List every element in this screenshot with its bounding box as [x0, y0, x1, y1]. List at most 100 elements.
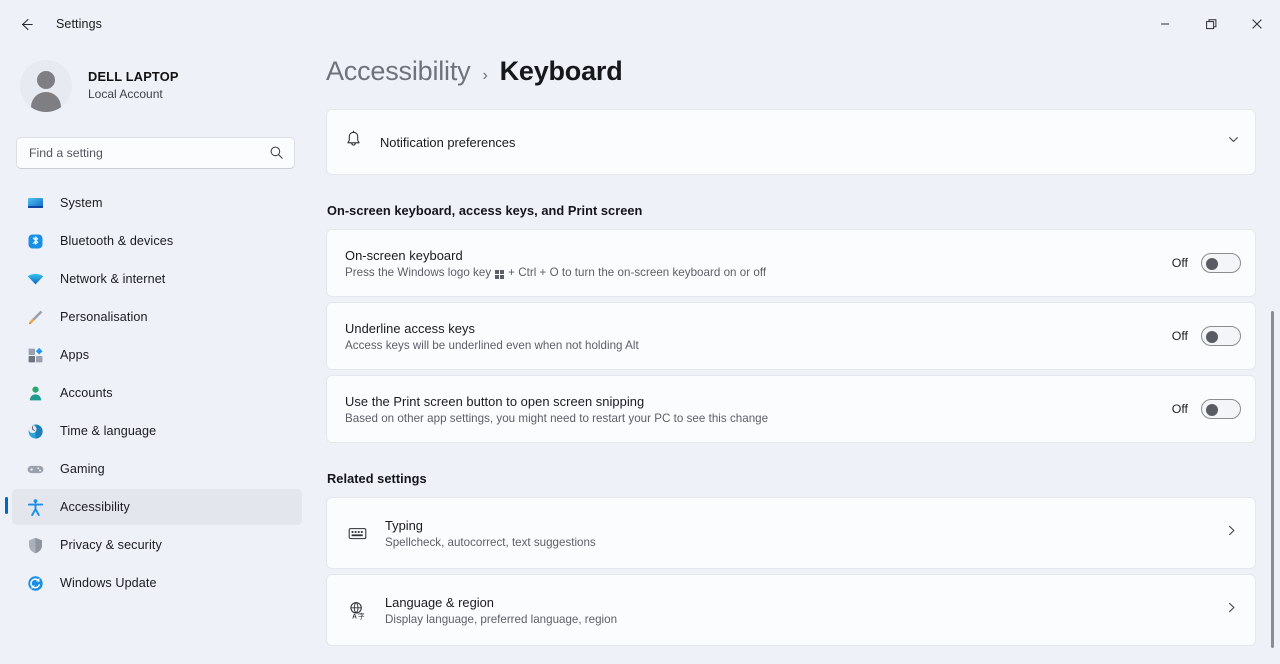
avatar-head — [37, 71, 55, 89]
setting-row-underline-access-keys[interactable]: Underline access keys Access keys will b… — [326, 302, 1256, 370]
related-setting-row-language-region[interactable]: A 字 Language & region Display language, … — [326, 574, 1256, 646]
close-icon — [1252, 19, 1262, 29]
setting-title: On-screen keyboard — [345, 247, 463, 263]
sidebar-item-bluetooth-devices[interactable]: Bluetooth & devices — [12, 223, 302, 259]
chevron-down-icon[interactable] — [1226, 132, 1241, 152]
related-setting-texts: Typing Spellcheck, autocorrect, text sug… — [385, 518, 1224, 549]
maximize-button[interactable] — [1188, 0, 1234, 48]
breadcrumb-parent[interactable]: Accessibility — [326, 56, 471, 87]
setting-description-before: Press the Windows logo key — [345, 265, 492, 279]
sidebar-item-label: System — [60, 196, 103, 210]
update-refresh-icon — [24, 574, 46, 593]
setting-title: Underline access keys — [345, 320, 476, 336]
paintbrush-icon — [24, 308, 46, 327]
page-title: Keyboard — [499, 56, 623, 86]
sidebar-item-label: Gaming — [60, 462, 105, 476]
back-arrow-icon — [21, 18, 33, 30]
toggle-state-label: Off — [1171, 256, 1188, 270]
clock-globe-icon — [24, 422, 46, 441]
svg-text:A: A — [352, 613, 357, 620]
section-heading-onscreen-keyboard: On-screen keyboard, access keys, and Pri… — [327, 203, 643, 218]
sidebar-item-label: Time & language — [60, 424, 157, 438]
setting-texts: Use the Print screen button to open scre… — [345, 394, 1172, 425]
window-controls — [1142, 0, 1280, 48]
bell-icon — [343, 129, 364, 155]
account-text: DELL LAPTOP Local Account — [88, 69, 179, 103]
notification-preferences-row[interactable]: Notification preferences — [326, 109, 1256, 175]
setting-row-print-screen-snipping[interactable]: Use the Print screen button to open scre… — [326, 375, 1256, 443]
main-content: Accessibility › Keyboard Notification pr… — [312, 48, 1280, 664]
setting-description: Press the Windows logo key + Ctrl + O to… — [345, 266, 1172, 279]
related-setting-description: Display language, preferred language, re… — [385, 612, 618, 626]
toggle-state-label: Off — [1171, 402, 1188, 416]
breadcrumb: Accessibility › Keyboard — [326, 56, 1280, 87]
setting-texts: Underline access keys Access keys will b… — [345, 321, 1172, 352]
breadcrumb-separator: › — [482, 67, 488, 84]
gamepad-icon — [24, 460, 46, 479]
toggle-knob — [1206, 331, 1218, 343]
sidebar: DELL LAPTOP Local Account S — [0, 48, 312, 664]
selected-indicator — [5, 497, 8, 514]
sidebar-item-gaming[interactable]: Gaming — [12, 451, 302, 487]
toggle-knob — [1206, 404, 1218, 416]
setting-row-on-screen-keyboard[interactable]: On-screen keyboard Press the Windows log… — [326, 229, 1256, 297]
minimize-icon — [1161, 23, 1169, 25]
toggle-state-label: Off — [1171, 329, 1188, 343]
sidebar-item-accessibility[interactable]: Accessibility — [5, 489, 302, 525]
windows-logo-key-icon — [495, 269, 505, 279]
sidebar-item-system[interactable]: System — [12, 185, 302, 221]
accessibility-person-icon — [24, 498, 46, 517]
keyboard-icon — [345, 523, 369, 544]
search-icon — [269, 145, 284, 165]
on-screen-keyboard-toggle[interactable] — [1201, 253, 1241, 273]
search-box[interactable] — [16, 137, 295, 169]
related-setting-texts: Language & region Display language, pref… — [385, 595, 1224, 626]
close-button[interactable] — [1234, 0, 1280, 48]
sidebar-item-label: Accessibility — [60, 500, 130, 514]
scrollbar-thumb[interactable] — [1270, 311, 1274, 648]
sidebar-item-accounts[interactable]: Accounts — [12, 375, 302, 411]
related-setting-title: Language & region — [385, 594, 494, 610]
sidebar-item-label: Apps — [60, 348, 90, 362]
sidebar-item-privacy-security[interactable]: Privacy & security — [12, 527, 302, 563]
sidebar-item-label: Network & internet — [60, 272, 166, 286]
print-screen-snipping-toggle[interactable] — [1201, 399, 1241, 419]
app-title: Settings — [56, 17, 102, 31]
account-name: DELL LAPTOP — [88, 69, 179, 85]
chevron-right-icon[interactable] — [1224, 600, 1239, 620]
avatar-body — [31, 92, 61, 112]
notification-preferences-label: Notification preferences — [380, 134, 516, 150]
search-input[interactable] — [29, 146, 259, 160]
back-button[interactable] — [10, 8, 42, 40]
sidebar-item-label: Bluetooth & devices — [60, 234, 174, 248]
settings-list: Notification preferences On-screen keybo… — [326, 109, 1256, 646]
underline-access-keys-toggle[interactable] — [1201, 326, 1241, 346]
setting-description: Based on other app settings, you might n… — [345, 411, 769, 425]
sidebar-item-personalisation[interactable]: Personalisation — [12, 299, 302, 335]
sidebar-item-network-internet[interactable]: Network & internet — [12, 261, 302, 297]
sidebar-nav: System Bluetooth & devices Network & int… — [0, 185, 312, 601]
setting-texts: On-screen keyboard Press the Windows log… — [345, 248, 1172, 279]
apps-grid-icon — [24, 346, 46, 365]
sidebar-item-label: Windows Update — [60, 576, 157, 590]
account-summary[interactable]: DELL LAPTOP Local Account — [20, 60, 312, 112]
setting-description-after: + Ctrl + O to turn the on-screen keyboar… — [508, 265, 767, 279]
restore-icon — [1205, 18, 1216, 29]
title-bar: Settings — [0, 0, 1280, 48]
setting-title: Use the Print screen button to open scre… — [345, 393, 645, 409]
avatar — [20, 60, 72, 112]
sidebar-item-time-language[interactable]: Time & language — [12, 413, 302, 449]
account-type: Local Account — [88, 87, 163, 102]
minimize-button[interactable] — [1142, 0, 1188, 48]
sidebar-item-label: Personalisation — [60, 310, 148, 324]
toggle-knob — [1206, 258, 1218, 270]
sidebar-item-label: Privacy & security — [60, 538, 162, 552]
sidebar-item-label: Accounts — [60, 386, 113, 400]
sidebar-item-apps[interactable]: Apps — [12, 337, 302, 373]
chevron-right-icon[interactable] — [1224, 523, 1239, 543]
bluetooth-icon — [24, 232, 46, 251]
vertical-scrollbar[interactable] — [1267, 311, 1277, 648]
related-setting-row-typing[interactable]: Typing Spellcheck, autocorrect, text sug… — [326, 497, 1256, 569]
svg-text:字: 字 — [358, 611, 365, 620]
sidebar-item-windows-update[interactable]: Windows Update — [12, 565, 302, 601]
